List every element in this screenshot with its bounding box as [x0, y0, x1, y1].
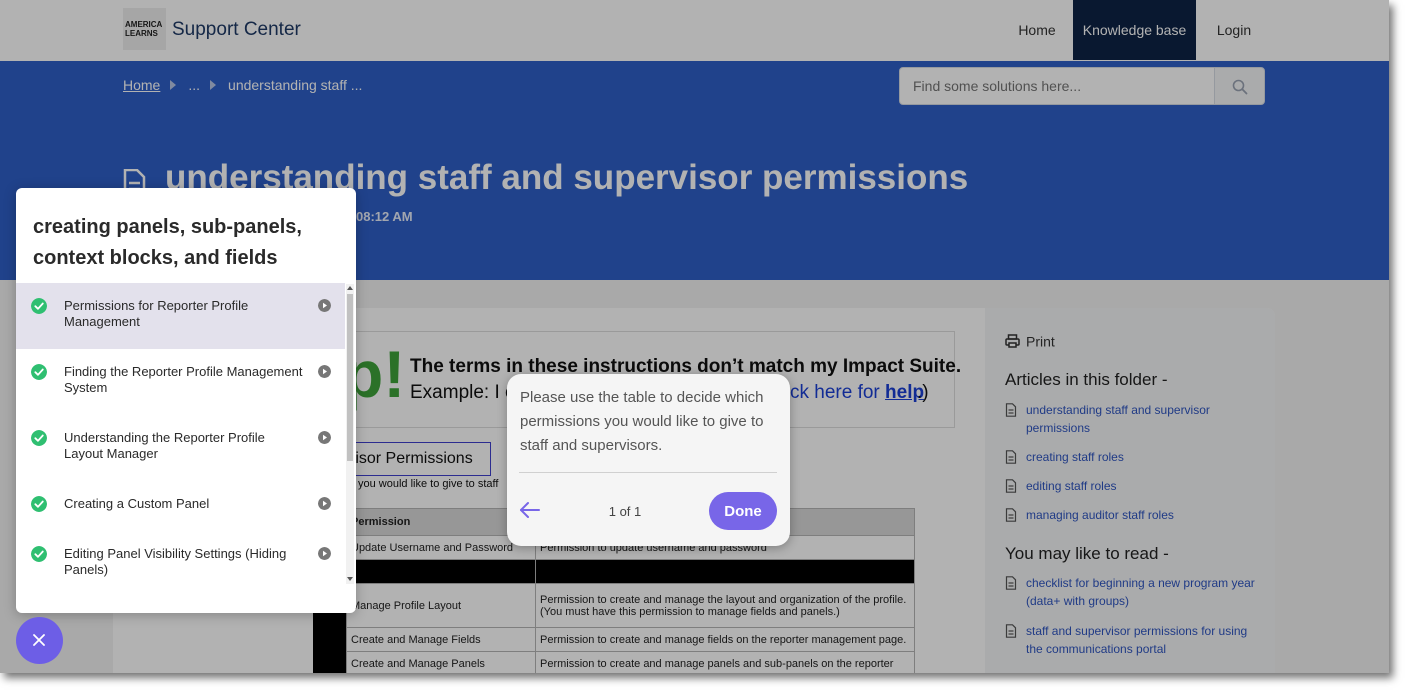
browser-viewport: AMERICA LEARNS Support Center Home Knowl…: [0, 0, 1389, 673]
checklist-item-label[interactable]: Editing Panel Visibility Settings (Hidin…: [64, 546, 304, 578]
check-circle-icon: [31, 430, 47, 446]
tooltip-message: Please use the table to decide which per…: [520, 389, 764, 454]
checklist-scrollbar[interactable]: [346, 284, 354, 584]
chevron-right-icon[interactable]: [318, 365, 331, 378]
check-circle-icon: [31, 496, 47, 512]
checklist-item[interactable]: Finding the Reporter Profile Management …: [16, 349, 345, 415]
done-button[interactable]: Done: [709, 492, 777, 530]
checklist-panel: creating panels, sub-panels, context blo…: [16, 188, 356, 613]
check-circle-icon: [31, 546, 47, 562]
checklist-item[interactable]: Editing Panel Visibility Settings (Hidin…: [16, 531, 345, 597]
chevron-right-icon[interactable]: [318, 431, 331, 444]
checklist-item[interactable]: Permissions for Reporter Profile Managem…: [16, 283, 345, 349]
arrow-left-icon[interactable]: [519, 501, 541, 519]
chevron-right-icon[interactable]: [318, 299, 331, 312]
chevron-right-icon[interactable]: [318, 547, 331, 560]
checklist-item[interactable]: Understanding the Reporter Profile Layou…: [16, 415, 345, 481]
checklist-item-label[interactable]: Creating a Custom Panel: [64, 496, 304, 512]
tooltip-divider: [519, 472, 777, 473]
check-circle-icon: [31, 298, 47, 314]
scrollbar-thumb[interactable]: [347, 294, 353, 461]
close-checklist-button[interactable]: [16, 617, 63, 664]
walkthrough-tooltip: Please use the table to decide which per…: [507, 374, 790, 546]
checklist-item-label[interactable]: Finding the Reporter Profile Management …: [64, 364, 304, 396]
checklist-title: creating panels, sub-panels, context blo…: [33, 216, 302, 269]
tooltip-step-counter: 1 of 1: [608, 504, 642, 519]
checklist-item-label[interactable]: Permissions for Reporter Profile Managem…: [64, 298, 304, 330]
scroll-down-icon[interactable]: [346, 576, 354, 582]
chevron-right-icon[interactable]: [318, 497, 331, 510]
check-circle-icon: [31, 364, 47, 380]
checklist-item-label[interactable]: Understanding the Reporter Profile Layou…: [64, 430, 304, 462]
close-icon: [33, 634, 45, 646]
scroll-up-icon[interactable]: [346, 285, 354, 291]
